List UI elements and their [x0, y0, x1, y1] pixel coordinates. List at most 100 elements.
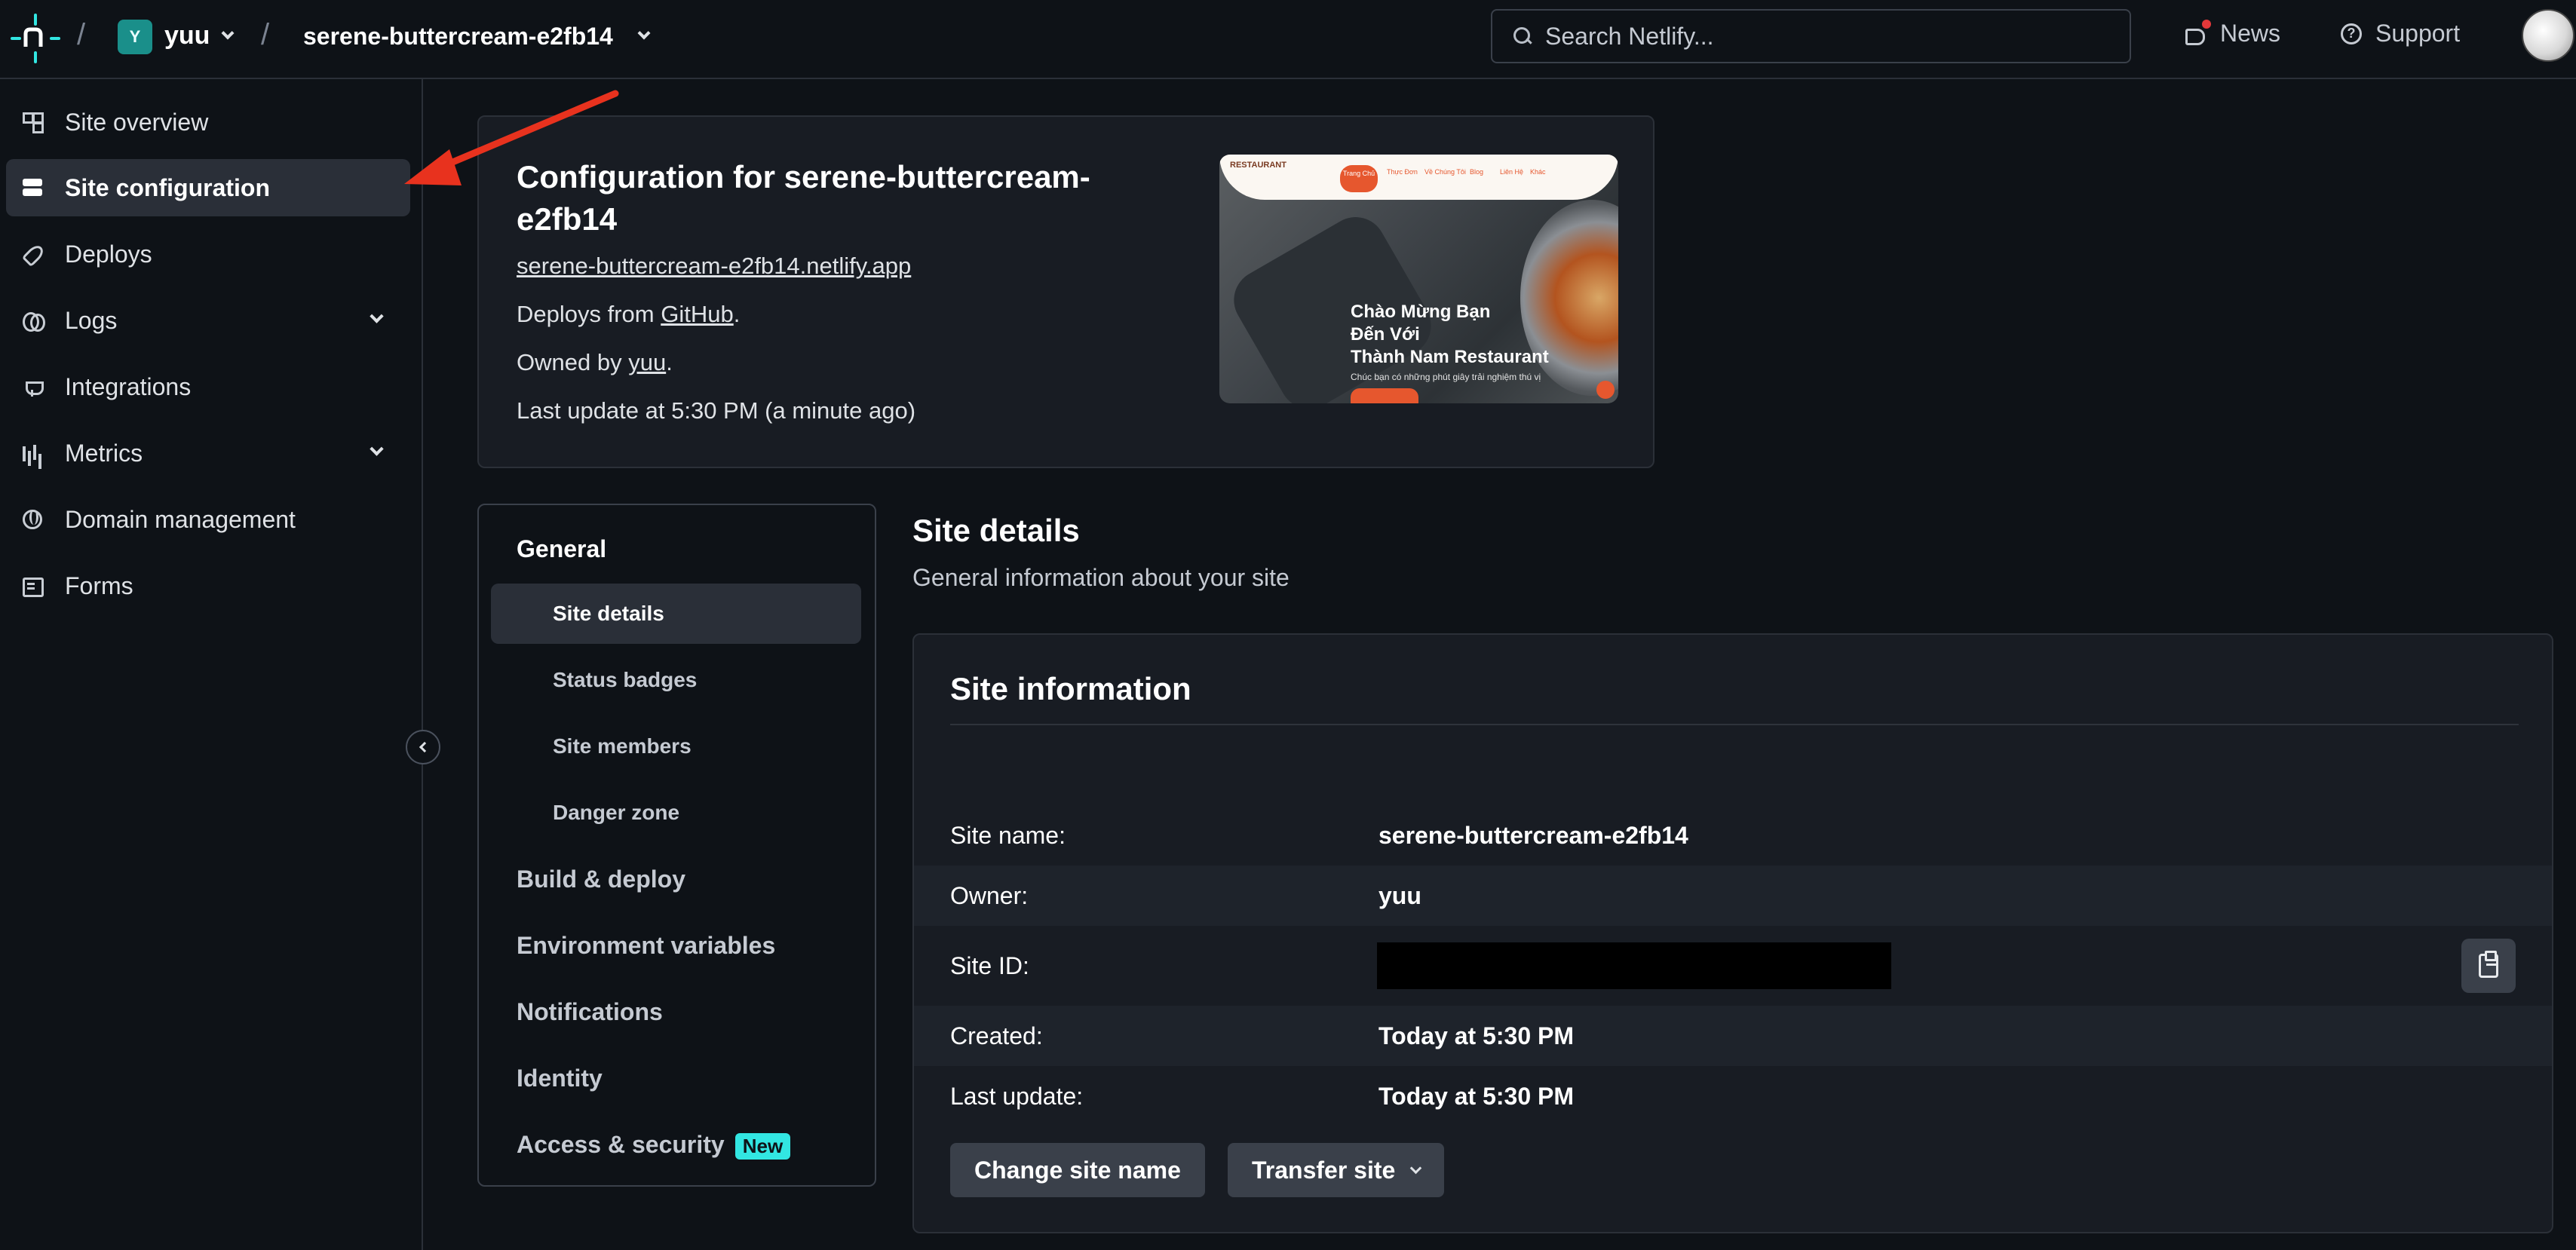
row-label: Owner: [950, 881, 1029, 909]
subnav-access-security[interactable]: Access & security New [517, 1131, 791, 1160]
sidebar-item-logs[interactable]: Logs [6, 292, 410, 349]
megaphone-icon [2184, 19, 2211, 45]
sidebar-item-label: Domain management [65, 505, 296, 533]
chevron-down-icon [1410, 1162, 1422, 1174]
help-icon: ? [2341, 23, 2362, 44]
grid-icon [23, 112, 44, 132]
owned-prefix: Owned by [517, 349, 629, 375]
row-value: yuu [1378, 881, 1421, 909]
subnav-build-deploy[interactable]: Build & deploy [517, 866, 685, 893]
site-information-card: Site information Site name: serene-butte… [912, 633, 2553, 1233]
subnav-danger-zone[interactable]: Danger zone [491, 783, 861, 843]
preview-scroll-dot [1596, 381, 1615, 399]
transfer-site-button[interactable]: Transfer site [1228, 1143, 1445, 1197]
copy-site-id-button[interactable] [2461, 939, 2516, 993]
top-bar: / Y yuu / serene-buttercream-e2fb14 News… [0, 0, 2576, 79]
preview-nav-link: Thực Đơn [1387, 168, 1418, 176]
sidebar-item-label: Site overview [65, 108, 209, 136]
row-value: Today at 5:30 PM [1378, 1022, 1575, 1049]
news-button[interactable]: News [2184, 19, 2281, 47]
breadcrumb-separator: / [261, 18, 270, 51]
preview-nav-home: Trang Chủ [1340, 165, 1378, 192]
sidebar: Site overview Site configuration Deploys… [0, 79, 423, 1250]
globe-icon [23, 510, 42, 529]
chevron-left-icon [419, 741, 431, 753]
preview-subtext: Chúc bạn có những phút giây trải nghiệm … [1351, 372, 1541, 382]
chevron-down-icon[interactable] [637, 26, 651, 40]
settings-subnav: General Site details Status badges Site … [477, 504, 876, 1187]
bar-chart-icon [23, 443, 42, 463]
deploys-prefix: Deploys from [517, 301, 661, 327]
subnav-environment-variables[interactable]: Environment variables [517, 932, 775, 960]
sidebar-item-integrations[interactable]: Integrations [6, 358, 410, 415]
sidebar-item-deploys[interactable]: Deploys [6, 225, 410, 283]
github-link[interactable]: GitHub [661, 301, 733, 327]
chevron-down-icon[interactable] [370, 442, 384, 456]
sidebar-item-label: Logs [65, 306, 118, 334]
site-id-value-redacted [1377, 942, 1891, 989]
info-row-site-id: Site ID: [914, 926, 2552, 1006]
netlify-logo-icon[interactable] [11, 14, 60, 63]
support-label: Support [2375, 20, 2461, 47]
owned-by: Owned by yuu. [517, 349, 673, 376]
search-box[interactable] [1491, 9, 2131, 63]
logs-icon [23, 311, 45, 332]
deploys-from: Deploys from GitHub. [517, 301, 740, 328]
card-title: Site information [950, 671, 1191, 706]
user-avatar[interactable] [2522, 9, 2574, 62]
sidebar-item-label: Metrics [65, 439, 143, 467]
support-button[interactable]: ? Support [2341, 20, 2460, 47]
transfer-site-label: Transfer site [1252, 1156, 1396, 1184]
change-site-name-button[interactable]: Change site name [950, 1143, 1205, 1197]
rocket-icon [23, 244, 42, 264]
preview-nav-link: Liên Hệ [1500, 168, 1524, 176]
sidebar-item-label: Forms [65, 571, 133, 599]
section-title: Site details [912, 513, 1080, 548]
owned-suffix: . [666, 349, 673, 375]
info-row-created: Created: Today at 5:30 PM [914, 1006, 2552, 1066]
subnav-site-members[interactable]: Site members [491, 716, 861, 777]
collapse-sidebar-button[interactable] [406, 730, 440, 764]
sidebar-item-forms[interactable]: Forms [6, 557, 410, 614]
owner-link[interactable]: yuu [628, 349, 666, 375]
team-name[interactable]: yuu [164, 21, 210, 51]
sidebar-item-domain-management[interactable]: Domain management [6, 491, 410, 548]
row-value: Today at 5:30 PM [1378, 1082, 1575, 1110]
preview-nav-link: Về Chúng Tôi [1424, 168, 1466, 176]
subnav-access-security-label: Access & security [517, 1131, 725, 1158]
preview-cta [1351, 388, 1418, 403]
deploys-suffix: . [733, 301, 741, 327]
chevron-down-icon[interactable] [221, 26, 235, 40]
preview-headline: Đến Với [1351, 324, 1420, 345]
preview-nav-link: Khác [1530, 168, 1546, 176]
divider [950, 724, 2519, 725]
subnav-notifications[interactable]: Notifications [517, 998, 663, 1026]
subnav-site-details[interactable]: Site details [491, 584, 861, 644]
info-row-last-update: Last update: Today at 5:30 PM [914, 1066, 2552, 1126]
section-subtitle: General information about your site [912, 564, 1290, 591]
form-icon [23, 576, 44, 597]
site-preview-thumbnail[interactable]: RESTAURANT Trang Chủ Thực Đơn Về Chúng T… [1219, 155, 1618, 403]
breadcrumb-separator: / [77, 18, 86, 51]
row-label: Site ID: [950, 951, 1029, 979]
subnav-general[interactable]: General [517, 535, 606, 563]
sidebar-item-label: Site configuration [65, 173, 270, 201]
sidebar-item-site-configuration[interactable]: Site configuration [6, 159, 410, 216]
team-avatar[interactable]: Y [118, 20, 152, 54]
annotation-arrow [404, 90, 619, 185]
search-input[interactable] [1545, 22, 2118, 51]
chevron-down-icon[interactable] [370, 309, 384, 323]
change-site-name-label: Change site name [974, 1156, 1181, 1184]
site-switcher[interactable]: serene-buttercream-e2fb14 [303, 23, 613, 51]
plug-icon [23, 377, 44, 397]
sidebar-item-metrics[interactable]: Metrics [6, 424, 410, 482]
row-value: serene-buttercream-e2fb14 [1378, 821, 1688, 849]
info-row-owner: Owner: yuu [914, 866, 2552, 926]
config-icon [23, 178, 42, 198]
site-config-card: Configuration for serene-buttercream-e2f… [477, 115, 1654, 468]
subnav-identity[interactable]: Identity [517, 1065, 603, 1092]
news-label: News [2220, 20, 2281, 47]
subnav-status-badges[interactable]: Status badges [491, 650, 861, 710]
site-url-link[interactable]: serene-buttercream-e2fb14.netlify.app [517, 253, 911, 280]
sidebar-item-site-overview[interactable]: Site overview [6, 93, 410, 151]
